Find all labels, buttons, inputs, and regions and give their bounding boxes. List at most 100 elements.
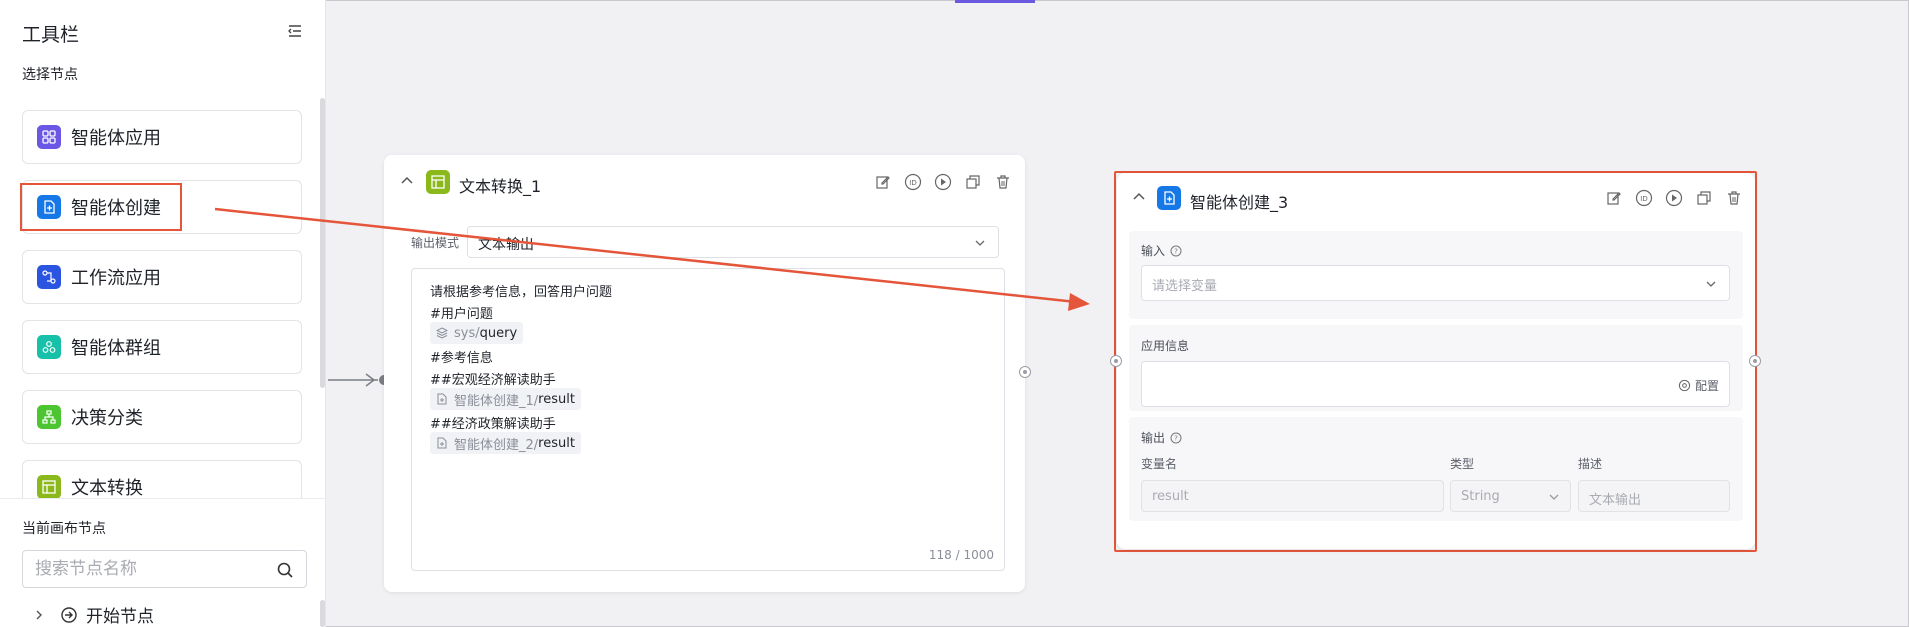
group-icon: [37, 335, 61, 359]
plus-doc-icon: [437, 393, 447, 405]
variable-chip-agent2-result[interactable]: 智能体创建_2/result: [430, 432, 581, 454]
chip-name: query: [479, 325, 518, 341]
input-port[interactable]: [1110, 355, 1122, 367]
copy-icon[interactable]: [963, 172, 983, 192]
palette-scrollbar[interactable]: [320, 98, 325, 388]
output-label: 输出: [1141, 431, 1166, 445]
config-label: 配置: [1694, 379, 1719, 393]
output-type-select: String: [1450, 480, 1571, 512]
layers-icon: [436, 327, 448, 339]
node-search-box: [22, 550, 307, 588]
template-editor[interactable]: 请根据参考信息，回答用户问题 #用户问题 sys/query #参考信息 ##宏…: [411, 268, 1005, 571]
canvas-nodes-title: 当前画布节点: [22, 521, 106, 537]
id-icon[interactable]: ID: [903, 172, 923, 192]
node-title: 智能体创建_3: [1190, 193, 1289, 212]
collapse-node-icon[interactable]: [1132, 190, 1146, 204]
plus-doc-icon: [1157, 186, 1181, 210]
edit-icon[interactable]: [873, 172, 893, 192]
collapse-menu-icon[interactable]: [286, 22, 304, 40]
palette-item-agent-app[interactable]: 智能体应用: [22, 110, 302, 164]
sidebar-title: 工具栏: [22, 24, 80, 46]
output-port[interactable]: [1019, 366, 1031, 378]
palette-item-text-transform[interactable]: 文本转换: [22, 460, 302, 498]
layout-icon: [426, 170, 450, 194]
tree-item-start-node[interactable]: 开始节点: [32, 602, 154, 627]
col-var-name: 变量名: [1141, 457, 1178, 471]
help-icon[interactable]: ?: [1170, 245, 1182, 257]
select-nodes-label: 选择节点: [22, 67, 78, 83]
top-accent-bar: [955, 0, 1035, 3]
output-desc-field: 文本输出: [1578, 480, 1730, 512]
svg-text:?: ?: [1174, 247, 1178, 255]
col-type: 类型: [1450, 457, 1475, 471]
collapse-node-icon[interactable]: [400, 174, 414, 188]
svg-text:ID: ID: [909, 179, 916, 187]
app-info-section: 应用信息 配置: [1129, 325, 1743, 411]
output-desc-value: 文本输出: [1589, 493, 1642, 508]
app-info-field[interactable]: 配置: [1141, 361, 1730, 407]
node-palette: 智能体应用 智能体创建 工作流应用 智能体群组 决策分类 文本转换: [0, 98, 326, 498]
run-icon[interactable]: [1664, 188, 1684, 208]
config-button[interactable]: 配置: [1678, 377, 1719, 394]
delete-icon[interactable]: [993, 172, 1013, 192]
chevron-right-icon[interactable]: [32, 608, 46, 622]
help-icon[interactable]: ?: [1170, 432, 1182, 444]
palette-item-label: 决策分类: [71, 408, 143, 429]
id-icon[interactable]: ID: [1634, 188, 1654, 208]
palette-item-label: 工作流应用: [71, 268, 161, 289]
palette-item-workflow-app[interactable]: 工作流应用: [22, 250, 302, 304]
start-node-icon: [61, 606, 77, 623]
output-mode-select[interactable]: 文本输出: [467, 226, 1000, 258]
svg-text:ID: ID: [1640, 195, 1647, 203]
output-type-value: String: [1461, 489, 1500, 504]
palette-item-label: 文本转换: [71, 478, 143, 498]
plus-doc-icon: [437, 437, 447, 449]
editor-line: ##宏观经济解读助手: [430, 373, 556, 388]
workflow-icon: [37, 265, 61, 289]
palette-item-decision[interactable]: 决策分类: [22, 390, 302, 444]
node-toolbar: ID: [873, 172, 1013, 192]
copy-icon[interactable]: [1694, 188, 1714, 208]
output-section: 输出 ? 变量名 类型 描述 result String 文本输出: [1129, 417, 1743, 521]
chevron-down-icon: [1549, 494, 1559, 500]
output-label-row: 输出 ?: [1141, 429, 1182, 446]
col-desc: 描述: [1578, 457, 1603, 471]
output-var-field: result: [1141, 480, 1444, 512]
output-var-value: result: [1152, 489, 1189, 504]
node-toolbar: ID: [1604, 188, 1744, 208]
chip-name: result: [538, 391, 575, 407]
run-icon[interactable]: [933, 172, 953, 192]
tree-scrollbar[interactable]: [320, 600, 325, 627]
layout-icon: [37, 475, 61, 498]
gear-icon: [1678, 379, 1691, 392]
output-port[interactable]: [1749, 355, 1761, 367]
variable-chip-sys-query[interactable]: sys/query: [430, 322, 524, 344]
chevron-down-icon: [1706, 281, 1716, 287]
text-transform-node[interactable]: 文本转换_1 ID 输出模式 文本输出 请根据参考信息，回答用户问题 #用户问题…: [384, 155, 1025, 592]
editor-line: 请根据参考信息，回答用户问题: [430, 285, 613, 300]
output-mode-value: 文本输出: [478, 237, 535, 253]
palette-item-label: 智能体群组: [71, 338, 161, 359]
palette-item-agent-group[interactable]: 智能体群组: [22, 320, 302, 374]
edge-connector-in: [328, 373, 388, 387]
toolbar-sidebar: 工具栏 选择节点 智能体应用 智能体创建 工作流应用 智能体群组 决策分类 文本…: [0, 0, 326, 627]
chevron-down-icon: [975, 240, 985, 246]
app-info-label: 应用信息: [1141, 339, 1190, 353]
input-label-row: 输入 ?: [1141, 242, 1182, 259]
input-section: 输入 ? 请选择变量: [1129, 231, 1743, 319]
variable-chip-agent1-result[interactable]: 智能体创建_1/result: [430, 388, 581, 410]
node-search-input[interactable]: [35, 551, 265, 587]
input-placeholder: 请选择变量: [1152, 279, 1218, 294]
delete-icon[interactable]: [1724, 188, 1744, 208]
edit-icon[interactable]: [1604, 188, 1624, 208]
agent-create-node[interactable]: 智能体创建_3 ID 输入 ? 请选择变量 应用信息 配置 输出 ? 变量名 类…: [1117, 173, 1755, 549]
svg-text:?: ?: [1174, 434, 1178, 442]
chip-prefix: 智能体创建_1/: [454, 393, 539, 409]
tree-icon: [37, 405, 61, 429]
chip-prefix: sys/: [454, 325, 480, 341]
input-label: 输入: [1141, 244, 1166, 258]
input-variable-select[interactable]: 请选择变量: [1141, 265, 1730, 301]
output-mode-label: 输出模式: [411, 235, 460, 250]
editor-line: #参考信息: [430, 351, 493, 366]
search-icon[interactable]: [276, 561, 294, 579]
